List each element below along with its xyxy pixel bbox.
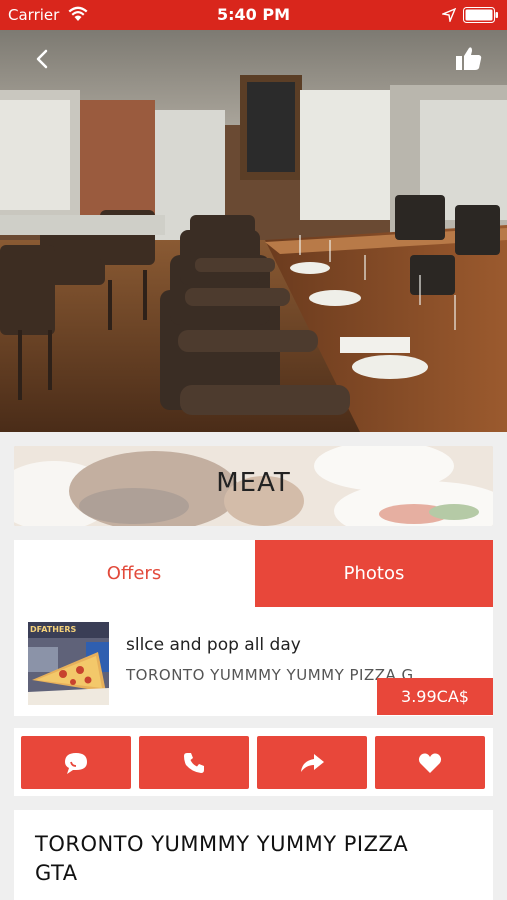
category-label: MEAT <box>216 468 291 498</box>
status-bar: Carrier 5:40 PM <box>0 0 507 30</box>
chat-bubble-icon <box>65 753 87 774</box>
back-button[interactable] <box>28 44 58 74</box>
favorite-button[interactable] <box>375 736 485 789</box>
chat-button[interactable] <box>21 736 131 789</box>
battery-icon <box>463 7 499 27</box>
offer-thumbnail[interactable]: DFATHERS <box>28 622 109 705</box>
pizza-image <box>28 622 109 705</box>
share-arrow-icon <box>301 754 324 772</box>
share-button[interactable] <box>257 736 367 789</box>
restaurant-info-card: TORONTO YUMMMY YUMMY PIZZA GTA <box>14 810 493 900</box>
offer-title[interactable]: sllce and pop all day <box>126 635 301 655</box>
tab-photos[interactable]: Photos <box>255 540 493 607</box>
clock: 5:40 PM <box>216 5 290 24</box>
restaurant-name: TORONTO YUMMMY YUMMY PIZZA GTA <box>35 832 409 885</box>
restaurant-interior-image <box>0 30 507 432</box>
category-banner[interactable]: MEAT <box>14 446 493 526</box>
phone-icon <box>184 753 204 773</box>
location-arrow-icon <box>440 7 457 26</box>
offers-card: Offers Photos DFATHERS sllce and pop all… <box>14 540 493 716</box>
offer-price-badge: 3.99CA$ <box>377 678 493 715</box>
thumbs-up-icon <box>456 47 482 70</box>
tab-offers[interactable]: Offers <box>14 540 254 607</box>
thumbnail-sign-text: DFATHERS <box>30 625 77 634</box>
restaurant-photo <box>0 30 507 432</box>
call-button[interactable] <box>139 736 249 789</box>
heart-icon <box>418 753 442 773</box>
like-button[interactable] <box>452 44 484 74</box>
chevron-left-icon <box>36 49 48 69</box>
action-bar <box>14 728 493 796</box>
